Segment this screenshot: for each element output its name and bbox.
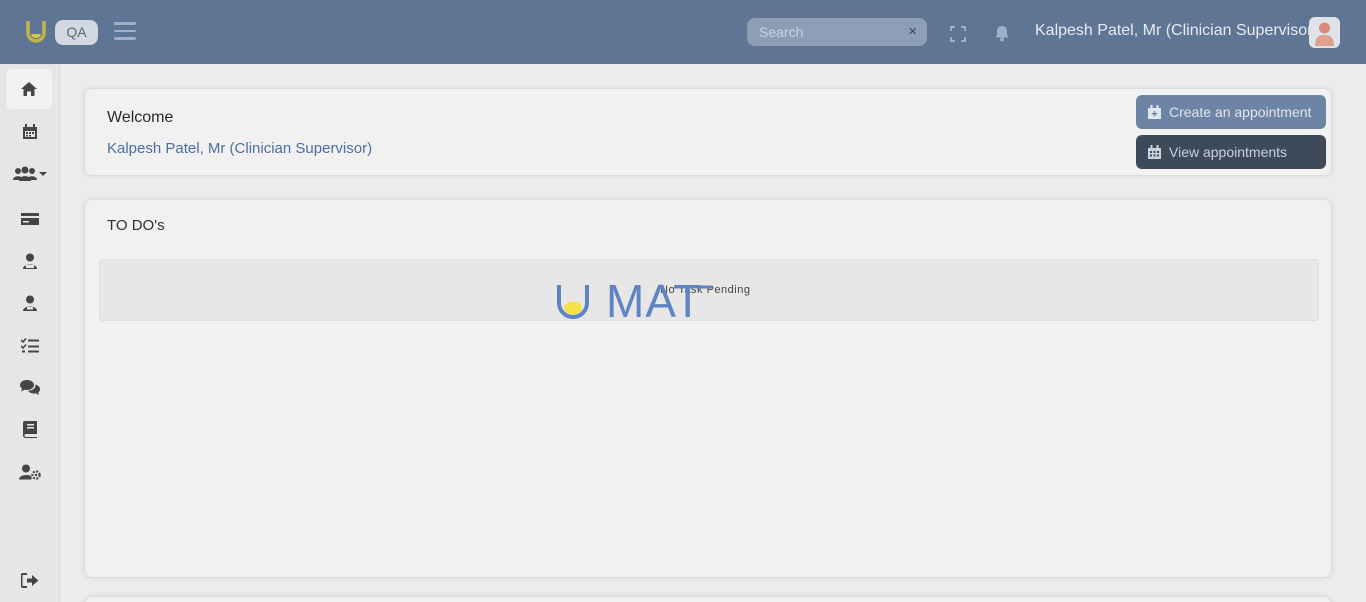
loading-overlay: MAT bbox=[0, 0, 1366, 602]
loader-brand-text: MAT bbox=[606, 275, 703, 327]
